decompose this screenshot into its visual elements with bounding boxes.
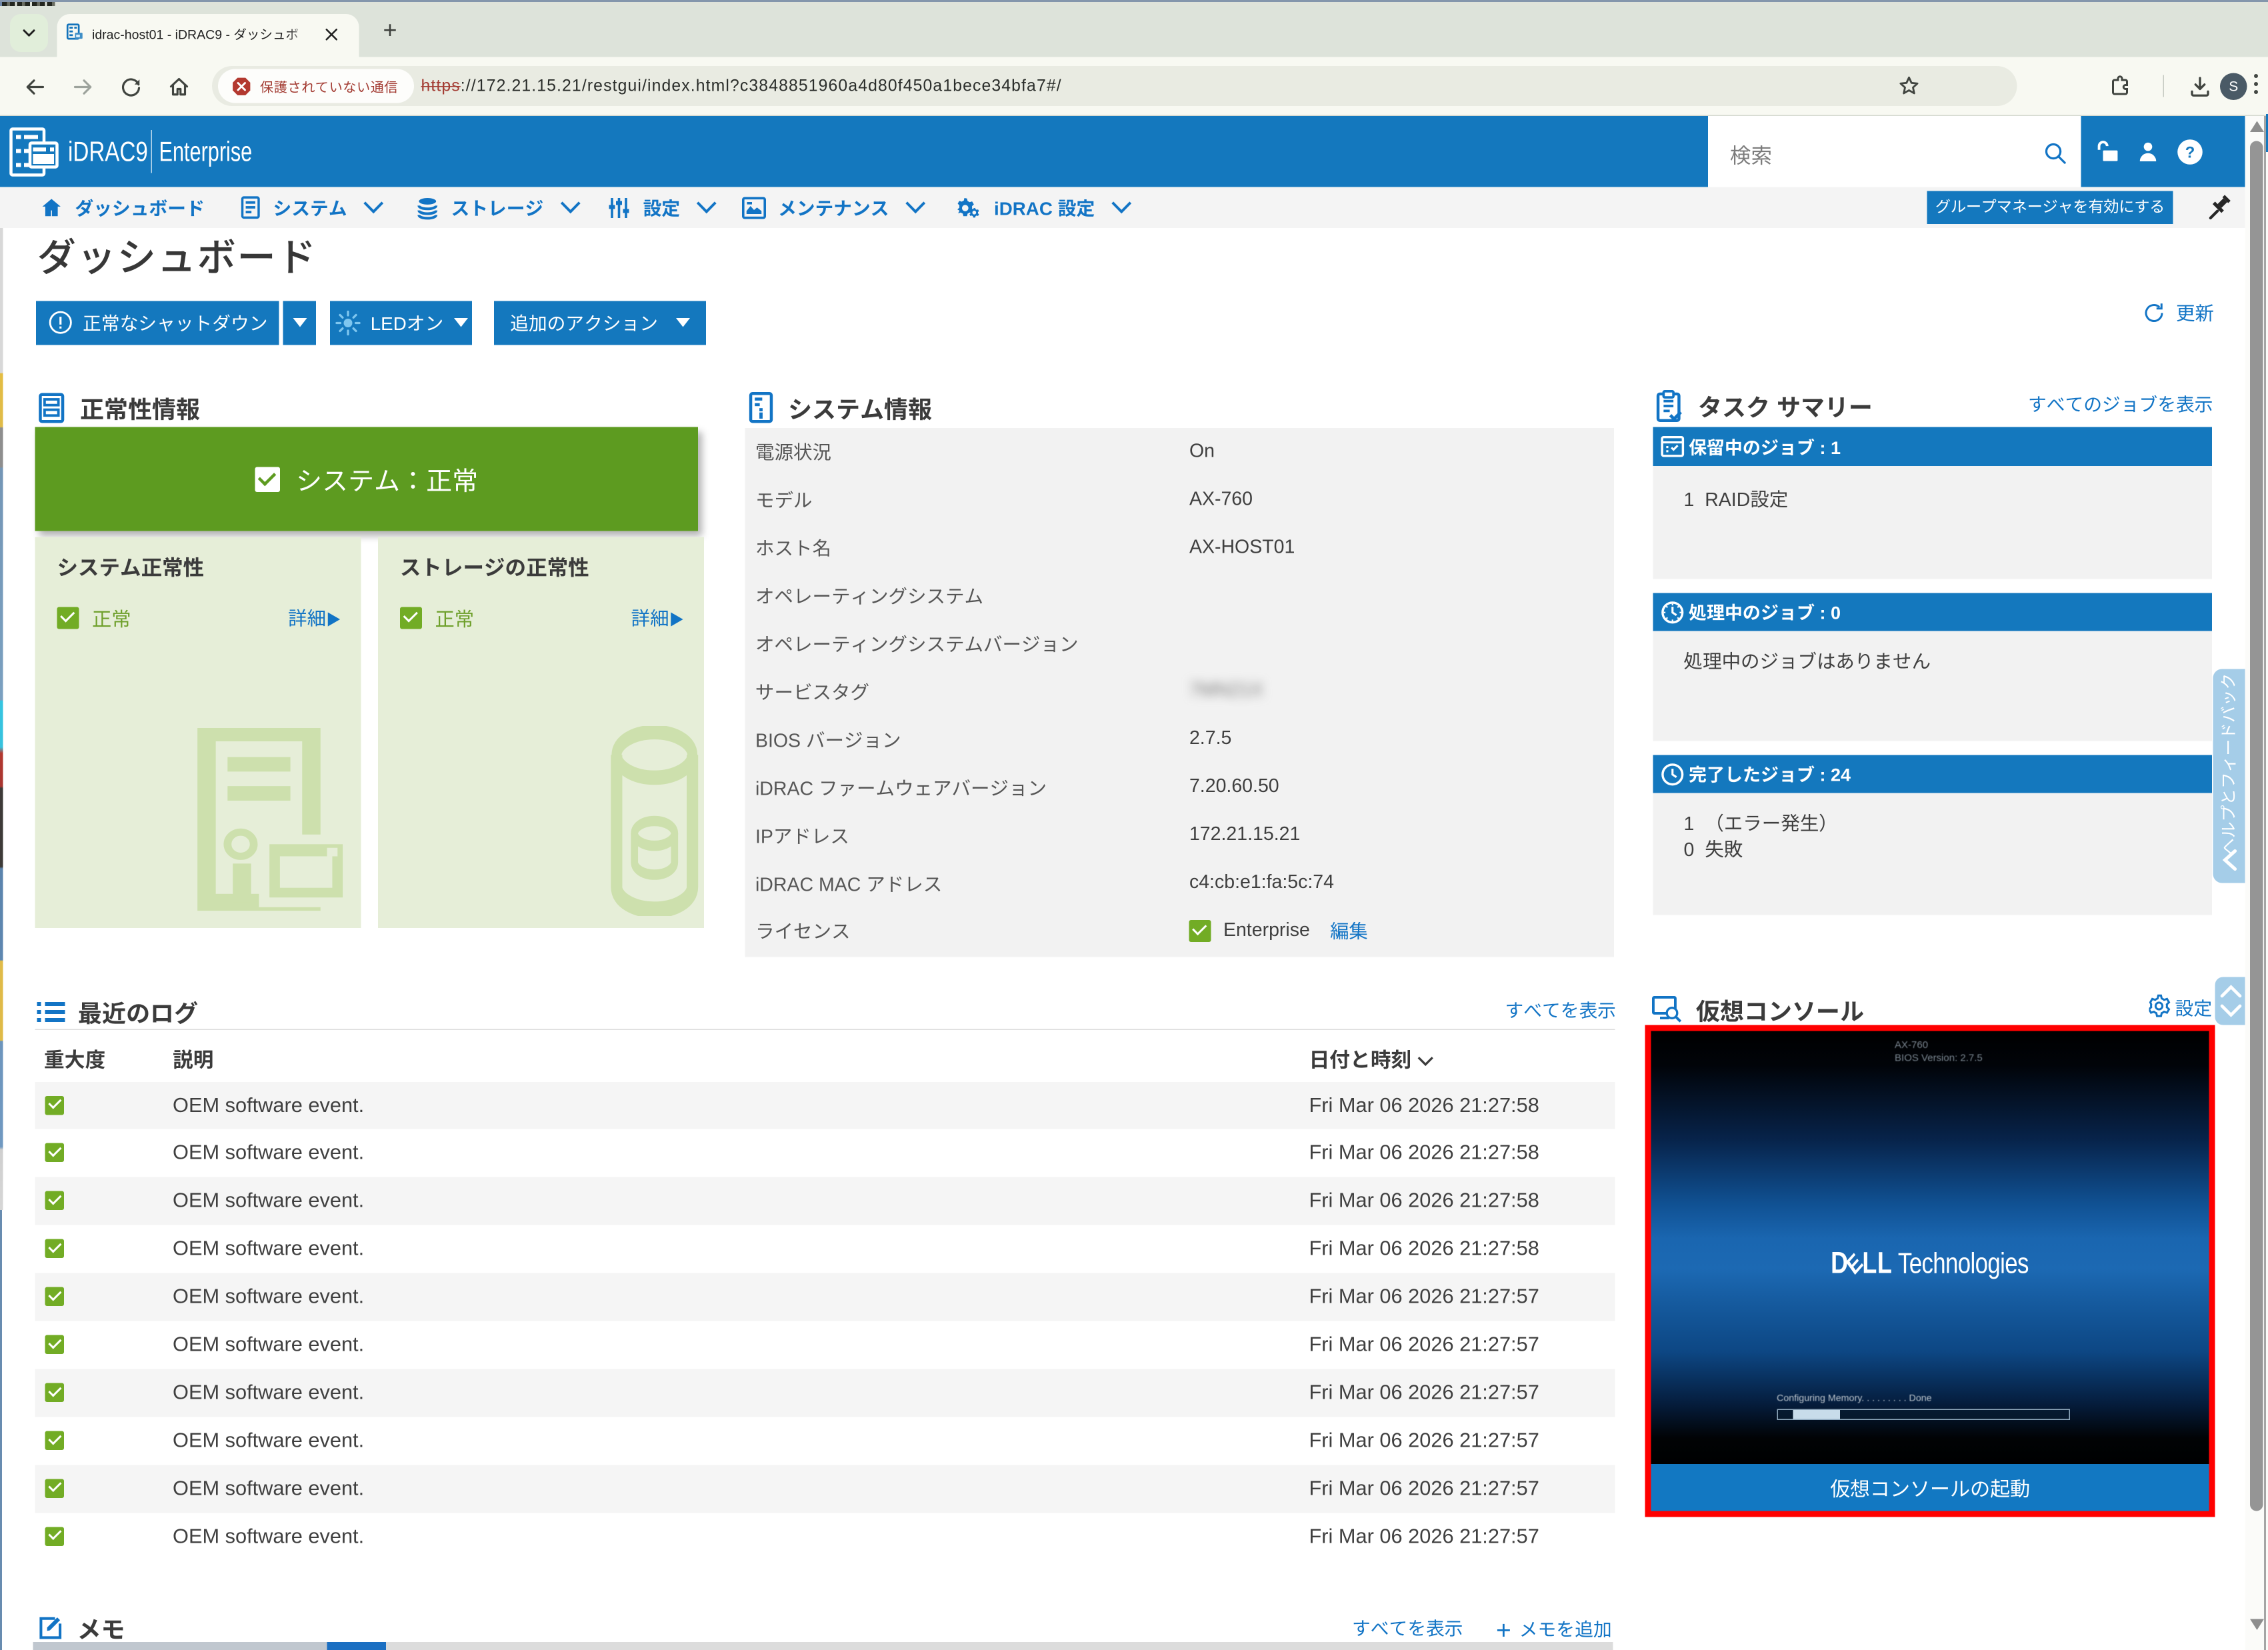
svg-text:?: ? [2185, 143, 2195, 161]
